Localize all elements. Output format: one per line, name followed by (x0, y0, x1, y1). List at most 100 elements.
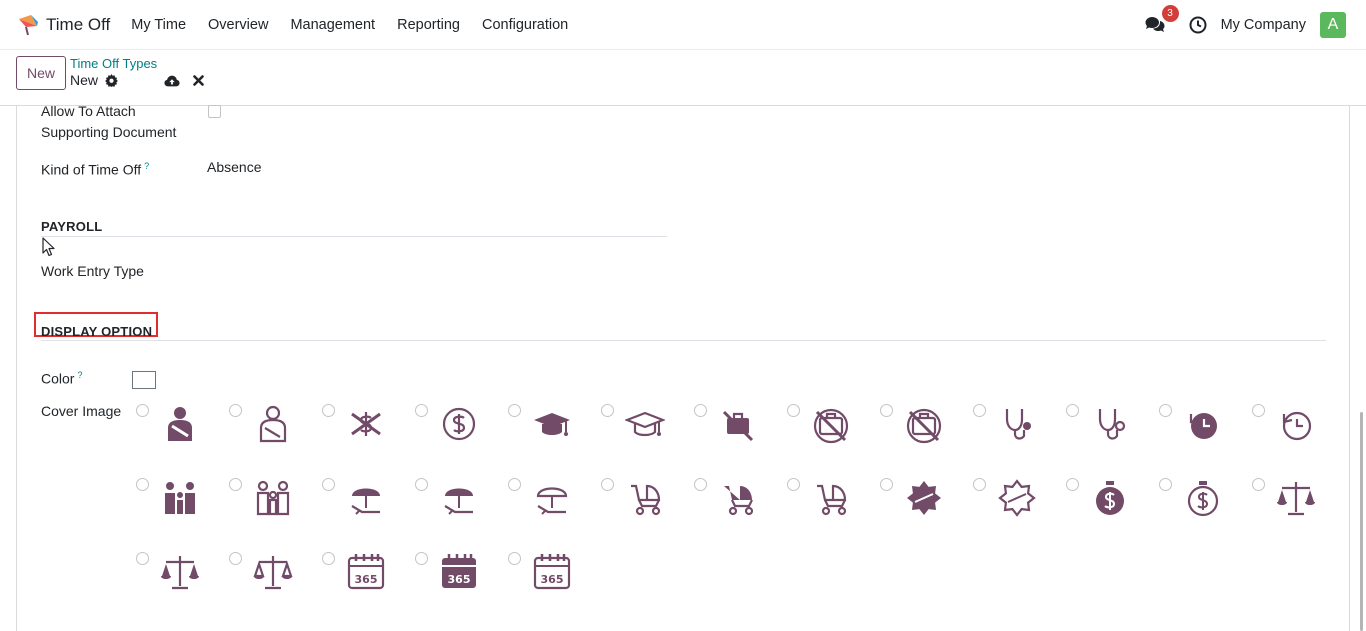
cover-image-radio[interactable] (787, 478, 800, 491)
cover-image-radio[interactable] (1252, 404, 1265, 417)
app-name: Time Off (46, 14, 111, 34)
money-circle-outline-icon[interactable] (439, 404, 479, 444)
payroll-divider (41, 236, 667, 237)
cover-image-radio[interactable] (880, 478, 893, 491)
calendar-365-icon[interactable]: 365 (346, 552, 386, 592)
color-label: Color? (41, 365, 82, 390)
cover-image-radio[interactable] (601, 478, 614, 491)
cover-image-radio[interactable] (229, 478, 242, 491)
attach-supporting-document-checkbox[interactable] (208, 105, 221, 118)
cover-image-radio[interactable] (322, 552, 335, 565)
extra-badge-filled-icon[interactable] (904, 478, 944, 518)
beach-umbrella-filled-icon[interactable] (346, 478, 386, 518)
kind-label-text: Kind of Time Off (41, 161, 142, 178)
cover-image-radio[interactable] (973, 404, 986, 417)
cover-image-radio[interactable] (415, 552, 428, 565)
cover-image-radio[interactable] (601, 404, 614, 417)
page-scrollbar[interactable] (1360, 412, 1363, 631)
cover-image-label: Cover Image (41, 403, 122, 419)
injured-person-filled-icon[interactable] (160, 404, 200, 444)
color-help-tooltip[interactable]: ? (77, 370, 82, 380)
balance-scale-icon[interactable] (1276, 478, 1316, 518)
svg-text:365: 365 (355, 573, 378, 586)
attach-label-line2: Supporting Document (41, 124, 177, 140)
stopwatch-dollar-outline-icon[interactable] (1183, 478, 1223, 518)
cloud-upload-icon[interactable] (164, 74, 180, 88)
cover-image-radio[interactable] (880, 404, 893, 417)
menu-overview[interactable]: Overview (197, 17, 279, 33)
cover-image-radio[interactable] (694, 478, 707, 491)
injured-person-outline-icon[interactable] (253, 404, 293, 444)
cover-image-radio[interactable] (1066, 404, 1079, 417)
stethoscope-filled-icon[interactable] (997, 404, 1037, 444)
cover-image-radio[interactable] (136, 404, 149, 417)
svg-text:365: 365 (448, 573, 471, 586)
cover-image-radio[interactable] (1159, 404, 1172, 417)
family-filled-icon[interactable] (160, 478, 200, 518)
cover-image-radio[interactable] (508, 404, 521, 417)
stopwatch-dollar-filled-icon[interactable] (1090, 478, 1130, 518)
cover-image-radio[interactable] (1066, 478, 1079, 491)
cover-image-radio[interactable] (1252, 478, 1265, 491)
new-button[interactable]: New (16, 56, 66, 90)
record-title: New (70, 72, 119, 88)
menu-my-time[interactable]: My Time (120, 17, 197, 33)
graduation-cap-outline-icon[interactable] (625, 404, 665, 444)
calendar-365-filled-icon[interactable]: 365 (439, 552, 479, 592)
menu-management[interactable]: Management (279, 17, 386, 33)
no-briefcase-circle-filled-icon[interactable] (811, 404, 851, 444)
cover-image-radio[interactable] (973, 478, 986, 491)
gear-icon[interactable] (105, 73, 119, 87)
breadcrumb-time-off-types[interactable]: Time Off Types (70, 56, 157, 71)
baby-stroller-outline-icon[interactable] (811, 478, 851, 518)
no-briefcase-icon[interactable] (718, 404, 758, 444)
clock-rewind-filled-icon[interactable] (1183, 404, 1223, 444)
kind-of-time-off-label: Kind of Time Off? (41, 156, 149, 181)
baby-stroller-icon[interactable] (625, 478, 665, 518)
discard-close-icon[interactable] (193, 75, 204, 86)
cover-image-radio[interactable] (694, 404, 707, 417)
cover-image-radio[interactable] (229, 552, 242, 565)
main-menu: My Time Overview Management Reporting Co… (120, 17, 579, 33)
cover-image-radio[interactable] (787, 404, 800, 417)
beach-umbrella-chair-icon[interactable] (439, 478, 479, 518)
stethoscope-outline-icon[interactable] (1090, 404, 1130, 444)
no-money-icon[interactable] (346, 404, 386, 444)
activity-clock-icon[interactable] (1189, 16, 1207, 34)
user-avatar[interactable]: A (1320, 12, 1346, 38)
cover-image-radio[interactable] (508, 478, 521, 491)
graduation-cap-filled-icon[interactable] (532, 404, 572, 444)
mouse-cursor-icon (42, 237, 55, 257)
cover-image-radio[interactable] (508, 552, 521, 565)
app-brand[interactable]: Time Off (16, 0, 110, 50)
record-name: New (70, 72, 99, 88)
cover-image-radio[interactable] (322, 404, 335, 417)
kind-of-time-off-select[interactable]: Absence (207, 159, 261, 175)
cover-image-radio[interactable] (1159, 478, 1172, 491)
calendar-365-outline-icon[interactable]: 365 (532, 552, 572, 592)
balance-scale-filled-icon[interactable] (160, 552, 200, 592)
family-outline-icon[interactable] (253, 478, 293, 518)
balance-scale-outline-icon[interactable] (253, 552, 293, 592)
svg-text:365: 365 (541, 573, 564, 586)
menu-reporting[interactable]: Reporting (386, 17, 471, 33)
time-off-logo-icon (19, 14, 38, 35)
beach-umbrella-outline-icon[interactable] (532, 478, 572, 518)
color-picker[interactable] (132, 371, 156, 389)
extra-badge-outline-icon[interactable] (997, 478, 1037, 518)
no-briefcase-circle-outline-icon[interactable] (904, 404, 944, 444)
menu-configuration[interactable]: Configuration (471, 17, 579, 33)
cover-image-radio[interactable] (415, 478, 428, 491)
cover-image-radio[interactable] (415, 404, 428, 417)
baby-stroller-filled-icon[interactable] (718, 478, 758, 518)
company-switcher[interactable]: My Company (1221, 17, 1306, 33)
display-option-divider (41, 340, 1326, 341)
cover-image-radio[interactable] (136, 552, 149, 565)
systray: 3 My Company A (1143, 0, 1366, 50)
kind-help-tooltip[interactable]: ? (144, 161, 149, 171)
clock-rewind-outline-icon[interactable] (1276, 404, 1316, 444)
cover-image-radio[interactable] (136, 478, 149, 491)
messaging-button[interactable]: 3 (1143, 5, 1179, 37)
cover-image-radio[interactable] (322, 478, 335, 491)
cover-image-radio[interactable] (229, 404, 242, 417)
